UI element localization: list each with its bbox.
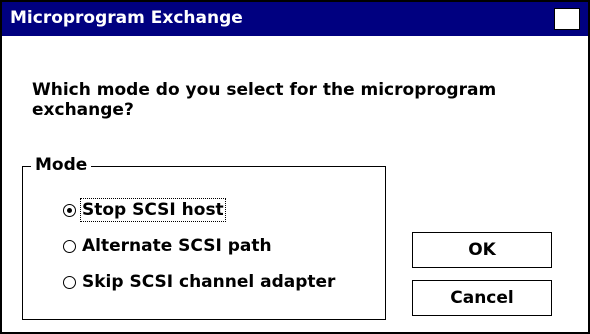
radio-option-stop-scsi-host[interactable]: Stop SCSI host xyxy=(63,198,226,222)
cancel-button[interactable]: Cancel xyxy=(412,280,552,316)
radio-option-skip-scsi-channel-adapter[interactable]: Skip SCSI channel adapter xyxy=(63,271,335,293)
microprogram-exchange-dialog: Microprogram Exchange Which mode do you … xyxy=(0,0,590,334)
radio-button[interactable] xyxy=(63,239,76,253)
radio-label: Alternate SCSI path xyxy=(82,236,272,256)
radio-label: Stop SCSI host xyxy=(80,198,226,222)
radio-button[interactable] xyxy=(63,275,76,289)
prompt-text: Which mode do you select for the micropr… xyxy=(32,80,497,120)
mode-groupbox: Mode Stop SCSI host Alternate SCSI path … xyxy=(22,155,386,320)
mode-group-label: Mode xyxy=(31,155,92,175)
radio-label: Skip SCSI channel adapter xyxy=(82,272,336,292)
radio-option-alternate-scsi-path[interactable]: Alternate SCSI path xyxy=(63,235,272,257)
window-title: Microprogram Exchange xyxy=(10,8,243,28)
ok-button[interactable]: OK xyxy=(412,232,552,268)
system-menu-box[interactable] xyxy=(554,8,580,30)
title-bar: Microprogram Exchange xyxy=(2,2,588,36)
radio-button-selected[interactable] xyxy=(63,203,76,217)
